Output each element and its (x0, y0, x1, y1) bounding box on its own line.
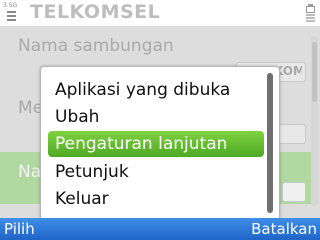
menu-item-edit[interactable]: Ubah (48, 104, 264, 130)
field-2[interactable] (278, 124, 306, 144)
menu-item-open-apps[interactable]: Aplikasi yang dibuka (48, 77, 264, 103)
page-title: TELKOMSEL (30, 1, 161, 23)
menu-item-advanced-settings[interactable]: Pengaturan lanjutan (48, 131, 264, 157)
menu-scrollbar-thumb[interactable] (267, 73, 273, 213)
field-3[interactable] (282, 182, 306, 202)
menu-item-help[interactable]: Petunjuk (48, 159, 264, 185)
menu-scrollbar[interactable] (267, 73, 273, 213)
cancel-softkey[interactable]: Batalkan (251, 218, 317, 240)
signal-strength-icon: 3.5G (3, 3, 21, 23)
connection-name-label: Nama sambungan (18, 36, 174, 56)
field-label-3: Na (18, 162, 42, 182)
options-menu: Aplikasi yang dibuka Ubah Pengaturan lan… (40, 66, 280, 219)
form-scrollbar-thumb[interactable] (312, 42, 317, 102)
form-scrollbar[interactable] (311, 36, 318, 206)
status-bar: 3.5G TELKOMSEL (0, 0, 320, 26)
battery-icon (306, 4, 316, 22)
menu-item-exit[interactable]: Keluar (48, 186, 264, 212)
network-type-label: 3.5G (3, 2, 18, 9)
select-softkey[interactable]: Pilih (4, 218, 35, 240)
softkey-bar: Pilih Batalkan (0, 218, 320, 240)
